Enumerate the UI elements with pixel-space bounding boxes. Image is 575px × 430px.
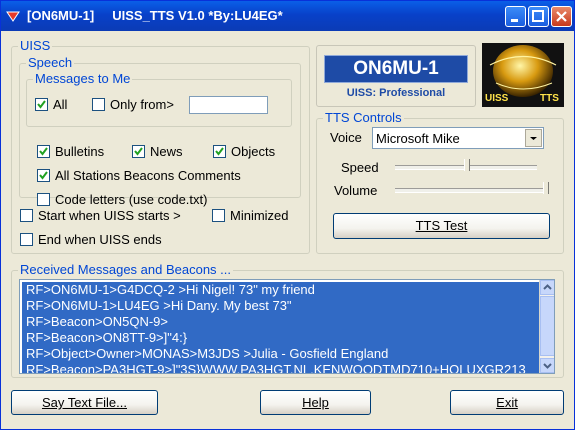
scroll-thumb[interactable]	[540, 296, 554, 356]
speech-legend: Speech	[26, 55, 75, 70]
objects-checkbox[interactable]	[213, 145, 226, 158]
tts-controls-group: TTS Controls Voice Microsoft Mike Speed …	[316, 111, 564, 254]
only-from-input[interactable]	[189, 96, 268, 114]
chevron-down-icon	[543, 363, 552, 369]
check-icon	[134, 147, 143, 156]
close-button[interactable]	[551, 6, 572, 27]
minimized-checkbox[interactable]	[212, 209, 225, 222]
volume-slider[interactable]	[395, 188, 547, 193]
news-checkbox[interactable]	[132, 145, 145, 158]
help-button[interactable]: Help	[260, 390, 371, 415]
exit-label: Exit	[496, 395, 518, 410]
all-label: All	[53, 97, 68, 112]
voice-dropdown-button[interactable]	[525, 129, 542, 147]
logo-left-text: UISS	[485, 93, 509, 104]
beacons-checkbox[interactable]	[37, 169, 50, 182]
check-icon	[39, 171, 48, 180]
received-legend: Received Messages and Beacons ...	[18, 262, 234, 277]
chevron-down-icon	[530, 137, 537, 140]
beacons-label: All Stations Beacons Comments	[55, 168, 241, 183]
maximize-button[interactable]	[528, 6, 549, 27]
start-label: Start when UISS starts >	[38, 208, 181, 223]
list-item[interactable]: RF>Beacon>ON8TT-9>]"4:}	[22, 330, 545, 346]
code-letters-checkbox[interactable]	[37, 193, 50, 206]
tts-test-button[interactable]: TTS Test	[333, 213, 550, 239]
scrollbar[interactable]	[539, 280, 554, 373]
maximize-icon	[532, 10, 544, 22]
volume-label: Volume	[334, 183, 378, 198]
window-title: [ON6MU-1] UISS_TTS V1.0 *By:LU4EG*	[27, 8, 283, 23]
exit-button[interactable]: Exit	[450, 390, 564, 415]
edition-label: UISS: Professional	[346, 87, 446, 99]
start-checkbox[interactable]	[20, 209, 33, 222]
minimize-button[interactable]	[505, 6, 526, 27]
list-item[interactable]: RF>Object>Owner>MONAS>M3JDS >Julia - Gos…	[22, 346, 545, 362]
only-from-checkbox[interactable]	[92, 98, 105, 111]
list-item[interactable]: RF>Beacon>ON5QN-9>	[22, 314, 545, 330]
objects-label: Objects	[231, 144, 276, 159]
end-label: End when UISS ends	[38, 232, 162, 247]
logo-right-text: TTS	[540, 93, 559, 104]
bulletins-checkbox[interactable]	[37, 145, 50, 158]
tts-controls-legend: TTS Controls	[323, 110, 404, 125]
close-icon	[556, 11, 567, 22]
check-icon	[37, 100, 46, 109]
help-label: Help	[302, 395, 329, 410]
scroll-down-button[interactable]	[540, 358, 554, 373]
end-checkbox[interactable]	[20, 233, 33, 246]
received-list[interactable]: RF>ON6MU-1>G4DCQ-2 >Hi Nigel! 73" my fri…	[19, 279, 555, 374]
list-item[interactable]: RF>ON6MU-1>LU4EG >Hi Dany. My best 73"	[22, 298, 545, 314]
list-item[interactable]: RF>ON6MU-1>G4DCQ-2 >Hi Nigel! 73" my fri…	[22, 282, 545, 298]
speed-label: Speed	[341, 160, 379, 175]
tts-test-label: TTS Test	[415, 218, 468, 233]
main-window: [ON6MU-1] UISS_TTS V1.0 *By:LU4EG* UISS …	[0, 0, 575, 430]
minimize-icon	[511, 19, 518, 22]
uiss-tts-logo: UISS TTS	[482, 43, 564, 107]
all-checkbox[interactable]	[35, 98, 48, 111]
app-icon	[6, 11, 20, 22]
uiss-legend: UISS	[18, 38, 53, 53]
voice-select[interactable]: Microsoft Mike	[372, 127, 544, 149]
news-label: News	[150, 144, 183, 159]
say-text-file-label: Say Text File...	[41, 395, 127, 410]
title-bar[interactable]: [ON6MU-1] UISS_TTS V1.0 *By:LU4EG*	[1, 1, 574, 31]
volume-slider-thumb[interactable]	[543, 182, 549, 194]
speed-slider-thumb[interactable]	[464, 159, 470, 171]
callsign-panel: ON6MU-1 UISS: Professional	[316, 45, 476, 107]
minimized-label: Minimized	[230, 208, 289, 223]
code-letters-label: Code letters (use code.txt)	[55, 192, 208, 207]
callsign-display: ON6MU-1	[324, 55, 468, 83]
messages-to-me-legend: Messages to Me	[33, 71, 133, 86]
bulletins-label: Bulletins	[55, 144, 105, 159]
chevron-up-icon	[543, 284, 552, 290]
voice-value: Microsoft Mike	[376, 131, 460, 146]
received-group: Received Messages and Beacons ... RF>ON6…	[11, 263, 564, 378]
only-from-label: Only from>	[110, 97, 174, 112]
list-item[interactable]: RF>Beacon>PA3HGT-9>]"3S}WWW.PA3HGT.NL,KE…	[22, 362, 545, 373]
uiss-group: UISS Speech Messages to Me All Only from…	[11, 39, 310, 254]
check-icon	[215, 147, 224, 156]
voice-label: Voice	[330, 130, 362, 145]
check-icon	[39, 147, 48, 156]
speech-group: Speech Messages to Me All Only from> Bul…	[19, 56, 301, 207]
say-text-file-button[interactable]: Say Text File...	[11, 390, 158, 415]
scroll-up-button[interactable]	[540, 280, 554, 295]
messages-to-me-group: Messages to Me All Only from>	[26, 72, 292, 127]
